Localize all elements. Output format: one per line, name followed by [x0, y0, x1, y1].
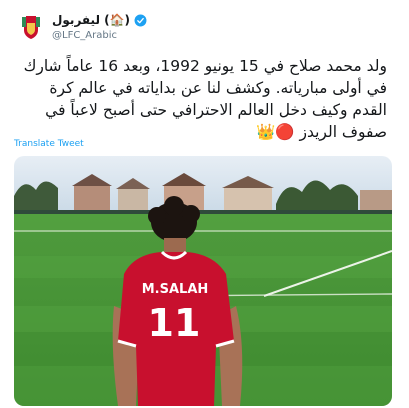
shirt-name: M.SALAH [142, 282, 209, 297]
display-name-row[interactable]: ليفربول (🏠) [52, 13, 147, 27]
display-name[interactable]: ليفربول (🏠) [52, 13, 130, 27]
salah-photo: M.SALAH 11 [14, 156, 392, 406]
tweet-image[interactable]: M.SALAH 11 [14, 156, 392, 406]
tweet-text: ولد محمد صلاح في 15 يونيو 1992، وبعد 16 … [23, 57, 387, 141]
translate-tweet-link[interactable]: Translate Tweet [14, 139, 84, 149]
account-handle[interactable]: @LFC_Arabic [52, 30, 117, 41]
verified-badge-icon [134, 14, 147, 26]
shirt-number: 11 [148, 301, 201, 345]
lfc-crest-icon [16, 13, 46, 43]
tweet-card: ليفربول (🏠) @LFC_Arabic ولد محمد صلاح في… [0, 0, 409, 408]
avatar[interactable] [16, 13, 46, 43]
